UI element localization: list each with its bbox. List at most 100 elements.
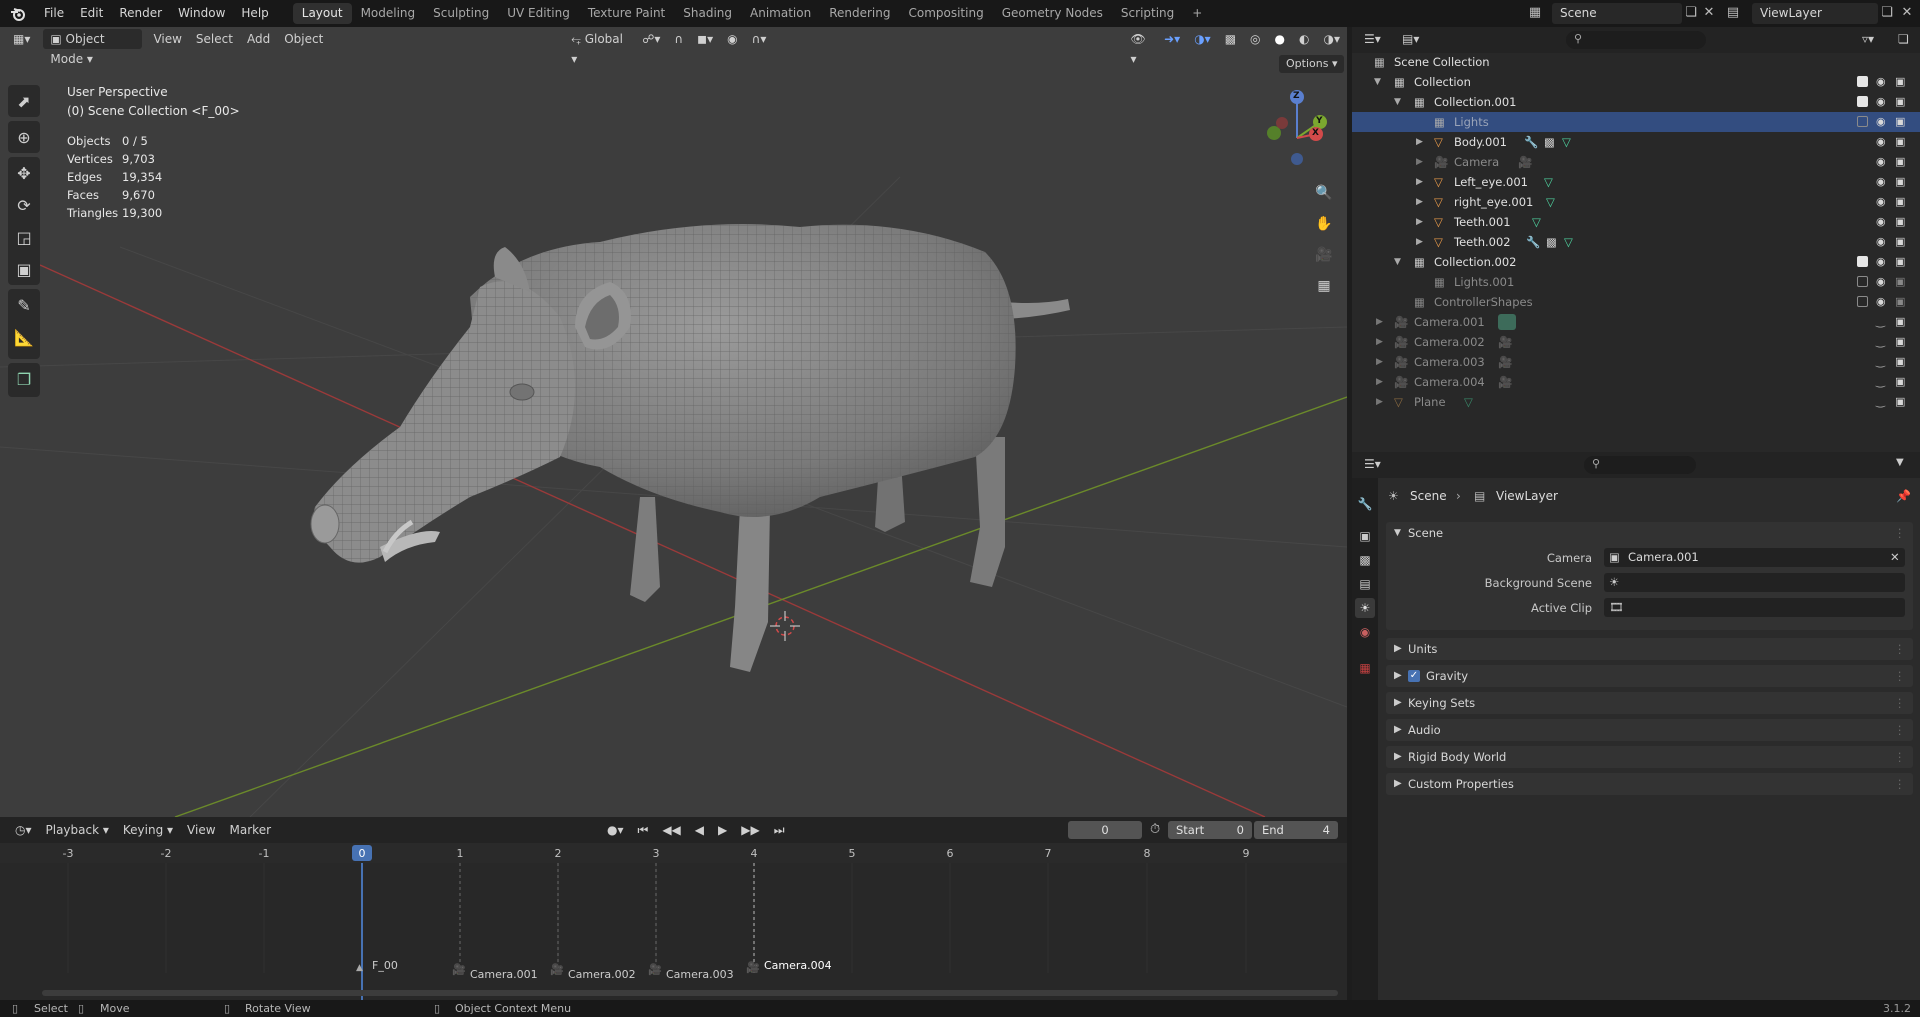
render-camera-icon[interactable]: ▣ [1895, 312, 1905, 332]
outliner-search-input[interactable]: ⚲ [1566, 31, 1706, 49]
render-camera-icon[interactable]: ▣ [1895, 132, 1905, 152]
marker-label[interactable]: Camera.001 [470, 968, 538, 981]
drag-handle-icon[interactable]: ⋮ [1894, 719, 1906, 741]
render-camera-icon[interactable]: ▣ [1895, 192, 1905, 212]
exclude-checkbox[interactable] [1857, 276, 1868, 287]
outliner-row[interactable]: ▶ ▽ Plane ▽ ‿ ▣ [1352, 392, 1920, 412]
menu-view[interactable]: View [146, 29, 188, 49]
tab-rendering[interactable]: Rendering [820, 3, 899, 24]
marker-label[interactable]: F_00 [372, 959, 398, 972]
eye-icon[interactable]: ◉ [1876, 272, 1886, 292]
expand-arrow-icon[interactable]: ▶ [1416, 132, 1423, 152]
outliner-row[interactable]: ▦ Lights.001 ◉ ▣ [1352, 272, 1920, 292]
options-dropdown[interactable]: Options ▾ [1279, 55, 1345, 73]
outliner[interactable]: ☰▾ ▤▾ ⚲ ▿▾ ❏ ▦ Scene Collection ▼ ▦ Coll… [1352, 27, 1920, 452]
menu-render[interactable]: Render [111, 0, 170, 27]
drag-handle-icon[interactable]: ⋮ [1894, 746, 1906, 768]
snap-icon[interactable]: ∩ [667, 29, 690, 49]
scene-icon[interactable]: ▦ [1526, 4, 1544, 22]
view-layer-selector[interactable]: ViewLayer [1752, 3, 1878, 24]
eye-icon[interactable]: ◉ [1876, 152, 1886, 172]
exclude-checkbox[interactable] [1857, 96, 1868, 107]
exclude-checkbox[interactable] [1857, 76, 1868, 87]
scale-tool-icon[interactable]: ◲ [8, 221, 40, 253]
drag-handle-icon[interactable]: ⋮ [1894, 773, 1906, 795]
current-frame-field[interactable]: 0 [1068, 821, 1142, 839]
rigid-body-world-panel[interactable]: ▶ Rigid Body World ⋮ [1386, 746, 1913, 768]
exclude-checkbox[interactable] [1857, 256, 1868, 267]
render-camera-icon[interactable]: ▣ [1895, 112, 1905, 132]
eye-icon[interactable]: ◉ [1876, 232, 1886, 252]
render-camera-icon[interactable]: ▣ [1895, 212, 1905, 232]
drag-handle-icon[interactable]: ⋮ [1894, 638, 1906, 660]
camera-view-icon[interactable]: 🎥 [1312, 243, 1336, 267]
render-camera-icon[interactable]: ▣ [1895, 272, 1905, 292]
expand-arrow-icon[interactable]: ▼ [1394, 92, 1401, 112]
tab-geometry-nodes[interactable]: Geometry Nodes [993, 3, 1112, 24]
outliner-row[interactable]: ▼ ▦ Collection.001 ◉ ▣ [1352, 92, 1920, 112]
eye-closed-icon[interactable]: ‿ [1876, 352, 1885, 372]
drag-handle-icon[interactable]: ⋮ [1894, 522, 1906, 544]
outliner-row[interactable]: ▶ 🎥 Camera 🎥 ◉ ▣ [1352, 152, 1920, 172]
outliner-row[interactable]: ▼ ▦ Collection ◉ ▣ [1352, 72, 1920, 92]
new-scene-icon[interactable]: ❏ [1682, 4, 1700, 22]
panel-expand-icon[interactable]: ▼ [1394, 522, 1401, 544]
editor-type-icon[interactable]: ▦▾ [6, 29, 37, 49]
collapse-icon[interactable]: ▼ [1896, 457, 1904, 468]
zoom-icon[interactable]: 🔍 [1312, 181, 1336, 205]
expand-arrow-icon[interactable]: ▶ [1376, 372, 1383, 392]
properties-search-input[interactable]: ⚲ [1584, 456, 1696, 474]
outliner-row[interactable]: ▼ ▦ Collection.002 ◉ ▣ [1352, 252, 1920, 272]
active-clip-field[interactable]: 🎞 [1604, 598, 1905, 617]
gravity-checkbox[interactable]: ✓ [1408, 670, 1420, 682]
tab-compositing[interactable]: Compositing [899, 3, 992, 24]
menu-add[interactable]: Add [240, 29, 277, 49]
exclude-checkbox[interactable] [1857, 116, 1868, 127]
render-camera-icon[interactable]: ▣ [1895, 232, 1905, 252]
exclude-checkbox[interactable] [1857, 296, 1868, 307]
render-camera-icon[interactable]: ▣ [1895, 252, 1905, 272]
render-camera-icon[interactable]: ▣ [1895, 92, 1905, 112]
pan-hand-icon[interactable]: ✋ [1312, 212, 1336, 236]
tool-tab-icon[interactable]: 🔧 [1355, 494, 1375, 514]
keying-sets-panel[interactable]: ▶ Keying Sets ⋮ [1386, 692, 1913, 714]
outliner-row[interactable]: ▶ ▽ right_eye.001 ▽ ◉ ▣ [1352, 192, 1920, 212]
tab-uv-editing[interactable]: UV Editing [498, 3, 579, 24]
menu-help[interactable]: Help [233, 0, 276, 27]
tab-texture-paint[interactable]: Texture Paint [579, 3, 674, 24]
proportional-edit-icon[interactable]: ◉ [720, 29, 744, 49]
render-camera-icon[interactable]: ▣ [1895, 392, 1905, 412]
drag-handle-icon[interactable]: ⋮ [1894, 692, 1906, 714]
delete-view-layer-icon[interactable]: ✕ [1898, 4, 1916, 22]
record-icon[interactable]: ●▾ [600, 820, 631, 840]
add-cube-tool-icon[interactable]: ❐ [8, 363, 40, 395]
eye-icon[interactable]: ◉ [1876, 192, 1886, 212]
cursor-tool-icon[interactable]: ⊕ [8, 121, 40, 153]
marker-label-active[interactable]: Camera.004 [764, 959, 832, 972]
orientation-selector[interactable]: ⥆ Global ▾ [564, 29, 635, 66]
expand-arrow-icon[interactable]: ▶ [1416, 212, 1423, 232]
eye-icon[interactable]: ◉ [1876, 292, 1886, 312]
stopwatch-icon[interactable]: ⏱ [1150, 822, 1160, 837]
annotate-tool-icon[interactable]: ✎ [8, 289, 40, 321]
output-tab-icon[interactable]: ▩ [1355, 550, 1375, 570]
menu-marker[interactable]: Marker [223, 820, 278, 840]
timeline-editor[interactable]: ◷▾ Playback ▾ Keying ▾ View Marker ●▾ ⏮ … [0, 817, 1347, 1000]
units-panel[interactable]: ▶ Units ⋮ [1386, 638, 1913, 660]
new-view-layer-icon[interactable]: ❏ [1878, 4, 1896, 22]
boar-mesh[interactable] [310, 224, 1070, 672]
eye-icon[interactable]: ◉ [1876, 252, 1886, 272]
outliner-row[interactable]: ▶ ▽ Teeth.001 ▽ ◉ ▣ [1352, 212, 1920, 232]
display-mode-icon[interactable]: ▤▾ [1402, 32, 1419, 46]
render-camera-icon[interactable]: ▣ [1895, 172, 1905, 192]
eye-closed-icon[interactable]: ‿ [1876, 332, 1885, 352]
rendered-shading-icon[interactable]: ◑▾ [1316, 29, 1347, 49]
outliner-row[interactable]: ▶ 🎥 Camera.002 🎥 ‿ ▣ [1352, 332, 1920, 352]
audio-panel[interactable]: ▶ Audio ⋮ [1386, 719, 1913, 741]
clear-icon[interactable]: ✕ [1890, 548, 1900, 567]
rotate-tool-icon[interactable]: ⟳ [8, 189, 40, 221]
frame-ruler[interactable]: -3 -2 -1 0 1 2 3 4 5 6 7 8 9 [0, 843, 1347, 863]
expand-arrow-icon[interactable]: ▶ [1416, 232, 1423, 252]
tab-sculpting[interactable]: Sculpting [424, 3, 498, 24]
menu-playback[interactable]: Playback ▾ [39, 820, 116, 840]
